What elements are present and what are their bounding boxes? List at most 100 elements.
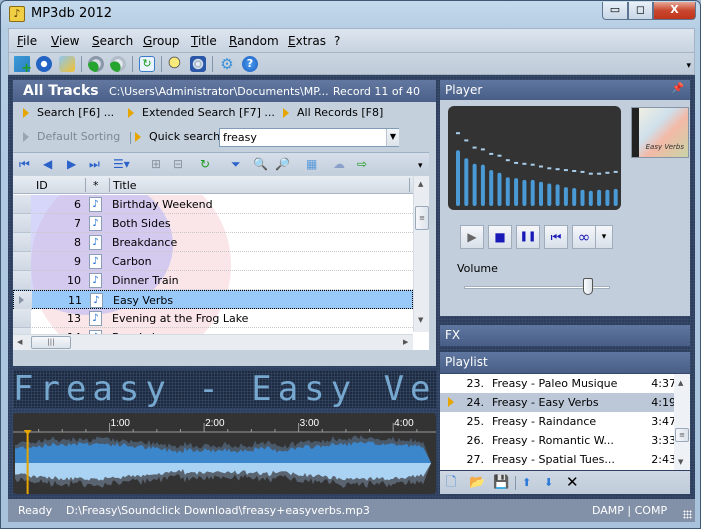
previous-button[interactable]: ⏮ — [544, 225, 568, 249]
quick-search-input[interactable]: freasy — [219, 128, 399, 147]
table-row[interactable]: 6 ♪ Birthday Weekend — [13, 195, 413, 214]
refresh-icon[interactable]: ↻ — [200, 157, 210, 171]
grid-horizontal-scrollbar[interactable]: ◀ ||| ▶ — [13, 334, 413, 350]
disc-icon[interactable] — [190, 56, 206, 72]
menu-view[interactable]: View — [51, 34, 79, 48]
row-indicator[interactable] — [13, 233, 31, 252]
quick-search-dropdown[interactable]: ▼ — [386, 129, 399, 146]
pin-icon[interactable]: 📌 — [672, 83, 684, 94]
stop-button[interactable]: ■ — [488, 225, 512, 249]
save-playlist-icon[interactable]: 💾 — [493, 475, 509, 490]
table-row[interactable]: 8 ♪ Breakdance — [13, 233, 413, 252]
waveform-chart[interactable]: 1:00 2:00 3:00 4:00 — [13, 413, 436, 494]
playlist-item[interactable]: 23. Freasy - Paleo Musique 4:37 — [440, 374, 680, 393]
column-header-star[interactable]: * — [93, 179, 99, 192]
menu-random[interactable]: Random — [229, 34, 279, 48]
expand-icon[interactable]: ⊞ — [151, 157, 161, 171]
menu-title[interactable]: Title — [191, 34, 217, 48]
row-indicator[interactable] — [13, 271, 31, 290]
toolbar-overflow-icon[interactable]: ▾ — [686, 61, 691, 71]
column-header-title[interactable]: Title — [113, 179, 137, 192]
column-separator[interactable] — [85, 178, 86, 192]
table-row[interactable]: 7 ♪ Both Sides — [13, 214, 413, 233]
group-by-icon[interactable]: ☰▾ — [113, 157, 130, 171]
next-record-icon[interactable]: ▶ — [67, 157, 76, 171]
menu-help[interactable]: ? — [334, 34, 340, 48]
scroll-right-icon[interactable]: ▶ — [403, 338, 408, 346]
row-indicator[interactable] — [13, 309, 31, 328]
toolbar-overflow-icon[interactable]: ▾ — [418, 159, 423, 173]
scroll-thumb[interactable]: ≡ — [415, 206, 429, 230]
playlist-item[interactable]: 25. Freasy - Raindance 3:47 — [440, 412, 680, 431]
menu-file[interactable]: File — [17, 34, 37, 48]
export-icon[interactable]: ⇨ — [357, 157, 367, 171]
move-up-icon[interactable]: ⬆ — [522, 475, 531, 490]
move-down-icon[interactable]: ⬇ — [544, 475, 553, 490]
table-row[interactable]: 10 ♪ Dinner Train — [13, 271, 413, 290]
cloud-icon[interactable]: ☁ — [333, 157, 345, 171]
extended-search-link[interactable]: Extended Search [F7] ... — [128, 106, 275, 119]
close-button[interactable]: X — [653, 2, 696, 20]
add-tracks-icon[interactable]: + — [14, 56, 32, 75]
playlist-scrollbar[interactable]: ▲ ≡ ▼ — [674, 374, 690, 470]
default-sorting-link[interactable]: Default Sorting — [23, 130, 120, 143]
scroll-thumb[interactable]: ≡ — [675, 428, 689, 442]
column-separator[interactable] — [409, 178, 410, 192]
menu-group[interactable]: Group — [143, 34, 180, 48]
previous-record-icon[interactable]: ◀ — [43, 157, 52, 171]
refresh-icon[interactable]: ↻ — [139, 56, 155, 72]
fx-panel-header[interactable]: FX — [440, 325, 690, 346]
open-playlist-icon[interactable]: 📂 — [469, 475, 485, 490]
last-record-icon[interactable]: ⏭ — [89, 157, 100, 171]
find-icon[interactable]: 🔍 — [253, 157, 268, 171]
table-row[interactable]: 11 ♪ Easy Verbs — [13, 290, 413, 310]
export-icon[interactable] — [110, 56, 126, 72]
column-header-id[interactable]: ID — [36, 179, 48, 192]
filter-icon[interactable]: ⏷ — [231, 157, 241, 171]
import-cd-icon[interactable] — [88, 56, 104, 72]
all-records-link[interactable]: All Records [F8] — [283, 106, 383, 119]
row-indicator[interactable] — [14, 291, 32, 310]
table-row[interactable]: 9 ♪ Carbon — [13, 252, 413, 271]
row-indicator[interactable] — [13, 195, 31, 214]
volume-slider-thumb[interactable] — [583, 278, 594, 295]
loop-menu-button[interactable]: ▾ — [595, 225, 613, 249]
maximize-button[interactable]: ◻ — [628, 2, 653, 20]
search-tag-icon[interactable] — [168, 56, 184, 72]
collapse-icon[interactable]: ⊟ — [173, 157, 183, 171]
grid-vertical-scrollbar[interactable]: ▲ ≡ ▼ — [413, 176, 429, 332]
search-link[interactable]: Search [F6] ... — [23, 106, 114, 119]
menu-search[interactable]: Search — [92, 34, 133, 48]
playlist-item[interactable]: 27. Freasy - Spatial Tues... 2:43 — [440, 450, 680, 469]
settings-gear-icon[interactable]: ⚙ — [219, 56, 235, 72]
row-indicator[interactable] — [13, 214, 31, 233]
pause-button[interactable]: ❚❚ — [516, 225, 540, 249]
scroll-left-icon[interactable]: ◀ — [17, 338, 22, 346]
cell-title: Birthday Weekend — [112, 198, 213, 211]
waveform-view[interactable]: 1:00 2:00 3:00 4:00 — [13, 413, 436, 494]
loop-button[interactable]: ∞ — [572, 225, 596, 249]
help-icon[interactable]: ? — [242, 56, 258, 72]
row-indicator[interactable] — [13, 252, 31, 271]
columns-icon[interactable]: ▦ — [306, 157, 317, 171]
minimize-button[interactable]: ▭ — [602, 2, 628, 20]
scroll-thumb[interactable]: ||| — [31, 336, 71, 349]
find-next-icon[interactable]: 🔎 — [275, 157, 290, 171]
scroll-down-icon[interactable]: ▼ — [678, 458, 683, 466]
playlist-item[interactable]: 26. Freasy - Romantic W... 3:33 — [440, 431, 680, 450]
open-folder-icon[interactable] — [59, 56, 75, 72]
scroll-up-icon[interactable]: ▲ — [678, 379, 683, 387]
table-row[interactable]: 13 ♪ Evening at the Frog Lake — [13, 309, 413, 328]
new-playlist-icon[interactable]: 🗋 — [446, 475, 456, 490]
scroll-down-icon[interactable]: ▼ — [418, 316, 423, 324]
column-separator[interactable] — [109, 178, 110, 192]
resize-grip-icon[interactable] — [683, 510, 692, 519]
remove-icon[interactable]: ✕ — [566, 475, 579, 490]
menu-extras[interactable]: Extras — [288, 34, 326, 48]
playlist-item[interactable]: 24. Freasy - Easy Verbs 4:19 — [440, 393, 680, 412]
play-button[interactable]: ▶ — [460, 225, 484, 249]
first-record-icon[interactable]: ⏮ — [19, 157, 30, 171]
playlist-header[interactable]: Playlist — [440, 352, 690, 373]
play-circle-icon[interactable] — [36, 56, 52, 72]
scroll-up-icon[interactable]: ▲ — [418, 180, 423, 188]
